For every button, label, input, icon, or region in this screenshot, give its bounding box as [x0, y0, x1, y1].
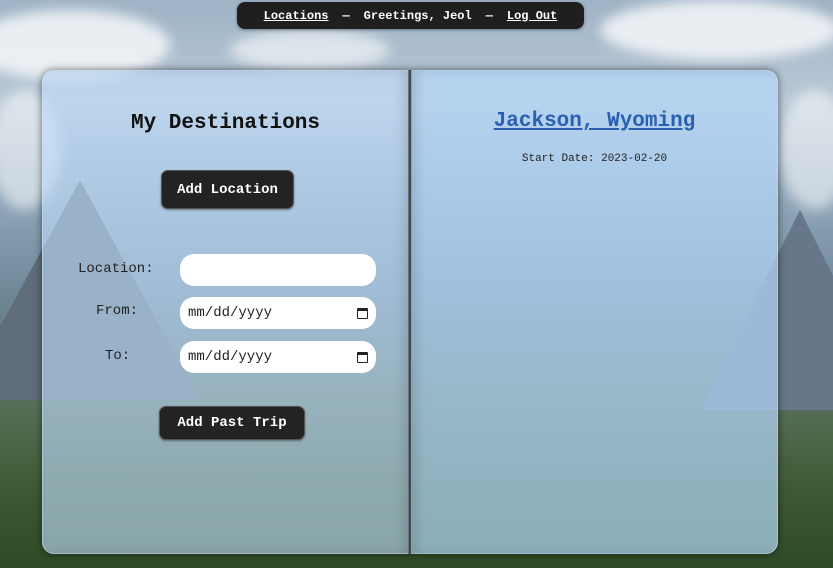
nav-separator: — [342, 8, 350, 23]
location-label: Location: [78, 261, 154, 277]
location-input[interactable] [180, 254, 376, 286]
from-date-placeholder: mm/dd/yyyy [188, 305, 273, 321]
add-past-trip-button[interactable]: Add Past Trip [159, 406, 305, 440]
calendar-icon[interactable] [357, 351, 368, 363]
logout-link[interactable]: Log Out [507, 9, 557, 23]
left-page: My Destinations Add Location Location: F… [42, 70, 409, 554]
destination-title-link[interactable]: Jackson, Wyoming [411, 110, 778, 133]
from-date-input[interactable]: mm/dd/yyyy [180, 297, 376, 329]
greeting-text: Greetings, Jeol [363, 8, 472, 23]
page-title: My Destinations [130, 112, 321, 135]
start-date-text: Start Date: 2023-02-20 [521, 153, 668, 165]
nav-separator: — [485, 8, 493, 23]
destination-book: My Destinations Add Location Location: F… [42, 70, 778, 554]
add-location-button[interactable]: Add Location [161, 170, 294, 209]
from-label: From: [96, 303, 139, 319]
right-page: Jackson, Wyoming Start Date: 2023-02-20 [411, 70, 778, 554]
top-nav-bar: Locations — Greetings, Jeol — Log Out [237, 2, 584, 29]
calendar-icon[interactable] [357, 307, 368, 319]
locations-link[interactable]: Locations [264, 9, 329, 23]
to-date-placeholder: mm/dd/yyyy [188, 349, 273, 365]
to-label: To: [105, 348, 131, 364]
to-date-input[interactable]: mm/dd/yyyy [180, 341, 376, 373]
